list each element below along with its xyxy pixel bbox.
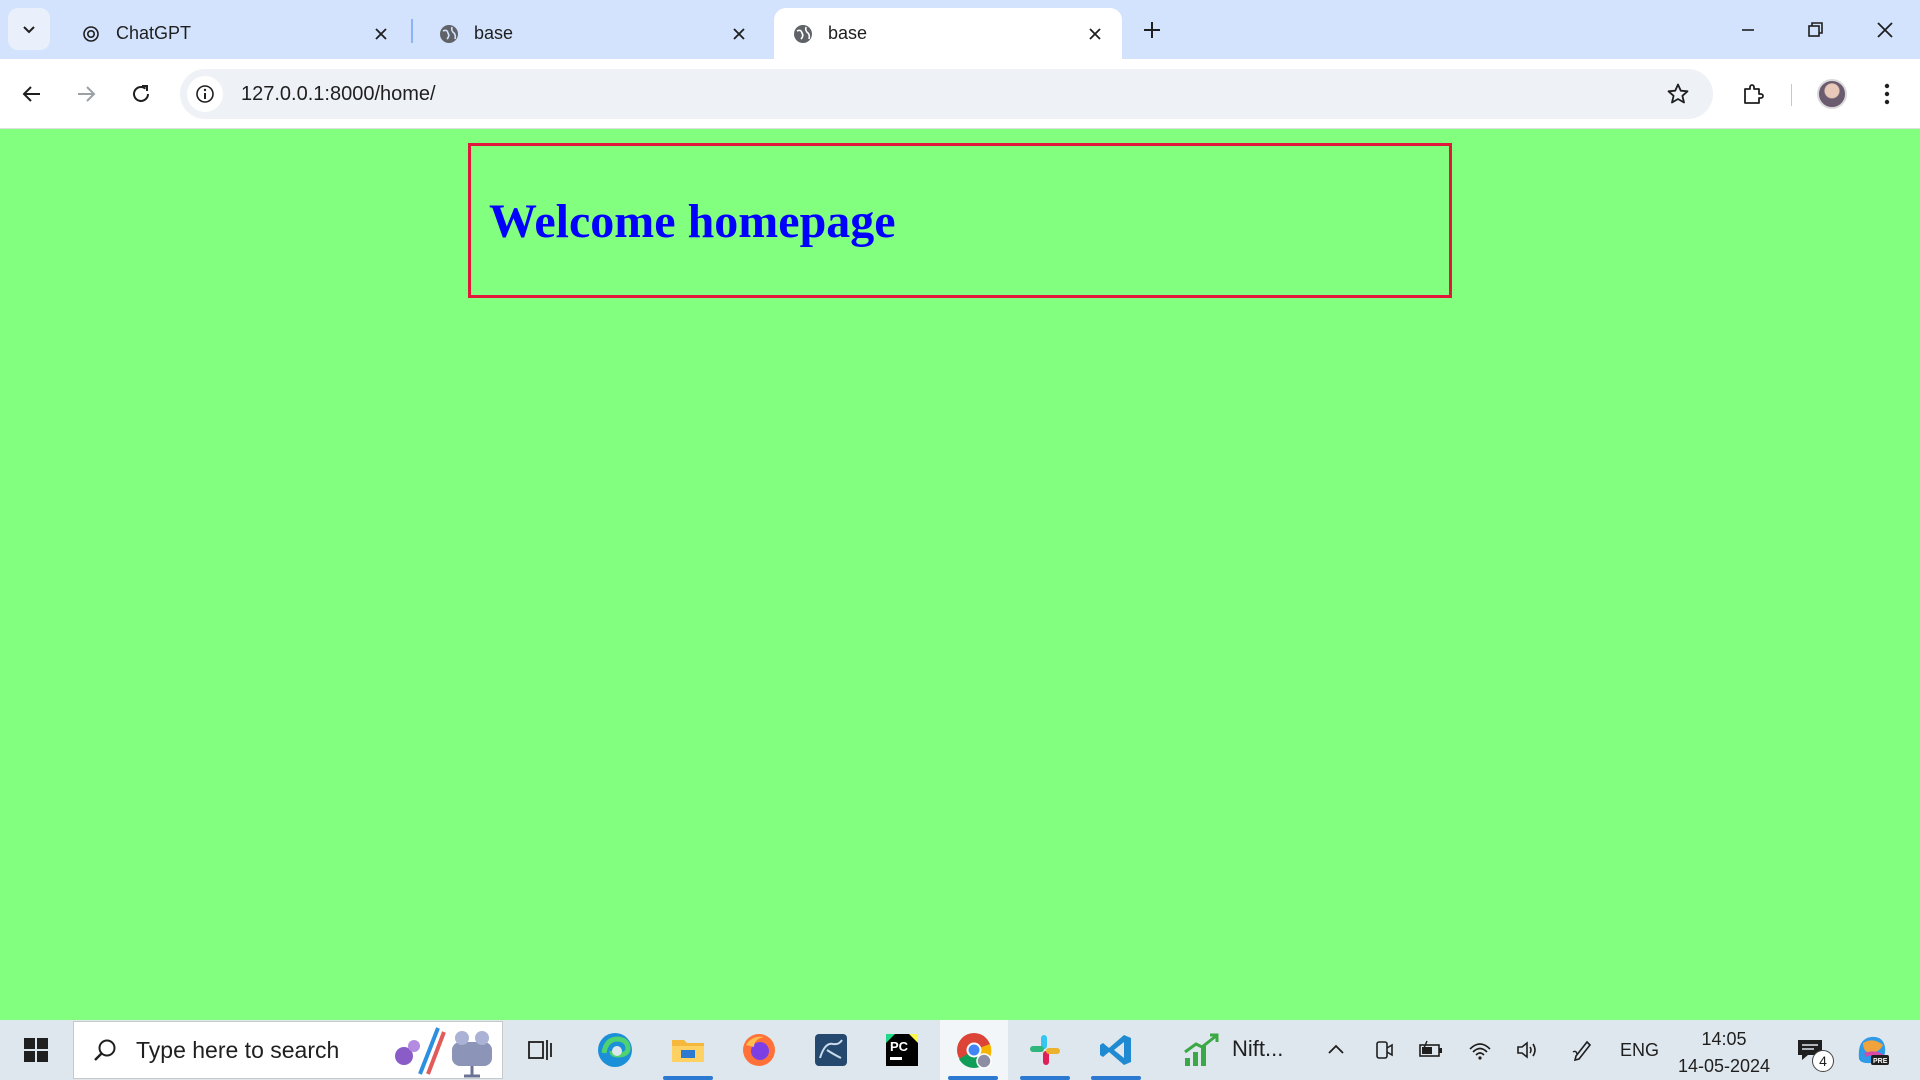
- tray-meet-now[interactable]: [1368, 1034, 1400, 1066]
- taskbar-file-explorer[interactable]: [655, 1020, 721, 1080]
- reload-button[interactable]: [121, 74, 161, 114]
- taskbar-task-view[interactable]: [507, 1020, 573, 1080]
- start-button[interactable]: [14, 1034, 58, 1066]
- nifty-label: Nift...: [1232, 1036, 1284, 1061]
- wifi-icon: [1469, 1043, 1491, 1060]
- running-indicator: [1091, 1076, 1141, 1080]
- tray-wifi[interactable]: [1464, 1034, 1496, 1066]
- windows-taskbar: Type here to search PC Nift... ENG 14:05…: [0, 1020, 1920, 1080]
- tray-volume[interactable]: [1511, 1034, 1543, 1066]
- tray-battery[interactable]: [1415, 1034, 1447, 1066]
- globe-icon: [792, 23, 814, 45]
- clock-date: 14-05-2024: [1677, 1056, 1771, 1076]
- task-view-icon: [528, 1040, 552, 1060]
- profile-button[interactable]: [1812, 74, 1852, 114]
- minimize-icon: [1742, 29, 1754, 31]
- tab-title: ChatGPT: [116, 23, 192, 43]
- page-heading: Welcome homepage: [489, 195, 896, 248]
- site-info-icon[interactable]: [187, 76, 223, 112]
- forward-button[interactable]: [66, 74, 106, 114]
- avatar: [1817, 79, 1847, 109]
- browser-toolbar: 127.0.0.1:8000/home/: [0, 59, 1920, 129]
- taskbar-chrome[interactable]: [940, 1020, 1008, 1080]
- tab-search-button[interactable]: [8, 8, 50, 50]
- search-placeholder: Type here to search: [136, 1036, 340, 1063]
- vscode-icon: [1100, 1035, 1131, 1065]
- running-indicator: [948, 1076, 998, 1080]
- taskbar-slack[interactable]: [1012, 1020, 1078, 1080]
- restore-icon: [1808, 22, 1823, 37]
- welcome-box: Welcome homepage: [468, 143, 1452, 298]
- slack-icon: [1030, 1035, 1060, 1065]
- close-window-button[interactable]: [1865, 10, 1905, 50]
- arrow-left-icon: [22, 86, 40, 102]
- plus-icon: [1144, 22, 1160, 38]
- kebab-menu-icon: [1884, 83, 1890, 105]
- taskbar-firefox[interactable]: [726, 1020, 792, 1080]
- language-indicator[interactable]: ENG: [1620, 1040, 1659, 1061]
- tab-title: base: [828, 23, 868, 43]
- puzzle-icon: [1744, 84, 1764, 104]
- show-hidden-icons-button[interactable]: [1320, 1034, 1352, 1066]
- taskbar-pycharm[interactable]: PC: [869, 1020, 935, 1080]
- restore-button[interactable]: [1796, 10, 1836, 50]
- tab-base-active[interactable]: base: [774, 8, 1122, 59]
- chrome-icon: [957, 1033, 992, 1069]
- chevron-up-icon: [1328, 1044, 1344, 1054]
- battery-icon: [1419, 1040, 1442, 1057]
- mysql-workbench-icon: [815, 1034, 847, 1066]
- clock-time: 14:05: [1701, 1029, 1747, 1049]
- close-icon[interactable]: [370, 23, 392, 45]
- pen-icon: [1572, 1040, 1592, 1062]
- tab-separator: [411, 19, 413, 43]
- close-icon: [1877, 22, 1893, 38]
- toolbar-divider: [1791, 84, 1792, 106]
- speaker-icon: [1517, 1041, 1536, 1059]
- taskbar-mysql-workbench[interactable]: [798, 1020, 864, 1080]
- openai-icon: [80, 23, 102, 45]
- tab-base-1[interactable]: base: [420, 8, 766, 59]
- address-bar[interactable]: 127.0.0.1:8000/home/: [180, 69, 1713, 119]
- svg-text:PRE: PRE: [1873, 1058, 1888, 1065]
- close-icon[interactable]: [728, 23, 750, 45]
- globe-icon: [438, 23, 460, 45]
- copilot-button[interactable]: PRE: [1852, 1034, 1892, 1066]
- taskbar-edge[interactable]: [582, 1020, 648, 1080]
- stock-chart-icon: [1184, 1033, 1219, 1066]
- taskbar-search[interactable]: Type here to search: [73, 1021, 503, 1079]
- taskbar-vscode[interactable]: [1083, 1020, 1149, 1080]
- address-bar-url[interactable]: 127.0.0.1:8000/home/: [241, 83, 436, 106]
- svg-text:PC: PC: [890, 1039, 909, 1054]
- folder-icon: [672, 1040, 704, 1062]
- pycharm-icon: PC: [886, 1034, 918, 1066]
- tab-chatgpt[interactable]: ChatGPT: [62, 8, 408, 59]
- menu-button[interactable]: [1867, 74, 1907, 114]
- search-icon: [88, 1033, 122, 1067]
- new-tab-button[interactable]: [1136, 14, 1168, 46]
- camera-icon: [1376, 1041, 1393, 1059]
- notification-count-badge: 4: [1812, 1050, 1834, 1072]
- search-highlight-icon: [395, 1027, 492, 1078]
- windows-logo-icon: [24, 1038, 48, 1062]
- edge-icon: [598, 1033, 632, 1067]
- running-indicator: [1020, 1076, 1070, 1080]
- chevron-down-icon: [23, 26, 35, 34]
- running-indicator: [663, 1076, 713, 1080]
- minimize-button[interactable]: [1728, 10, 1768, 50]
- reload-icon: [133, 85, 149, 102]
- taskbar-clock[interactable]: 14:05 14-05-2024: [1672, 1026, 1776, 1080]
- browser-tab-strip: ChatGPT base base: [0, 0, 1920, 59]
- arrow-right-icon: [78, 86, 96, 102]
- tab-title: base: [474, 23, 514, 43]
- bookmark-star-icon[interactable]: [1665, 81, 1691, 107]
- back-button[interactable]: [12, 74, 52, 114]
- copilot-icon: PRE: [1858, 1036, 1889, 1065]
- close-icon[interactable]: [1084, 23, 1106, 45]
- tray-pen[interactable]: [1566, 1034, 1598, 1066]
- firefox-icon: [743, 1034, 775, 1066]
- extensions-button[interactable]: [1733, 74, 1773, 114]
